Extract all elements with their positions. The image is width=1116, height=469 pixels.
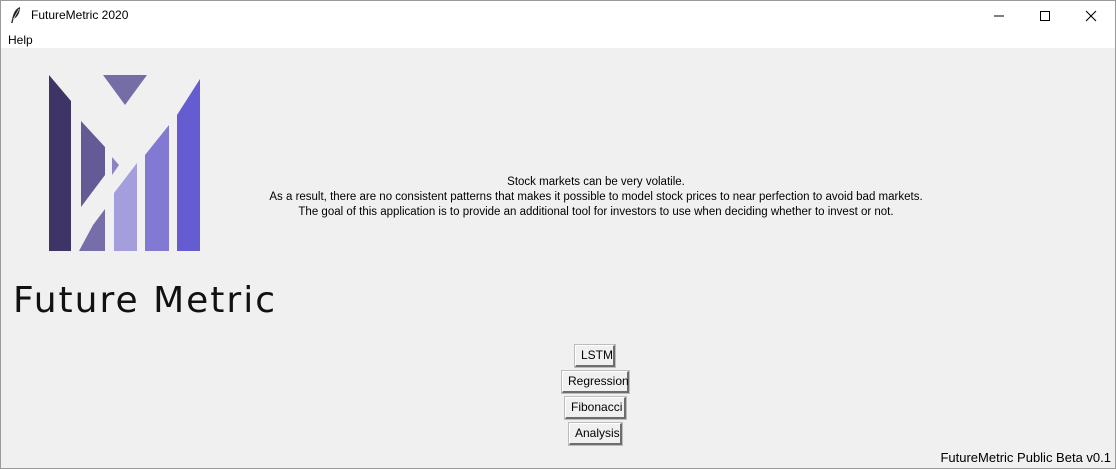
maximize-button[interactable]: [1022, 1, 1068, 30]
title-bar[interactable]: FutureMetric 2020: [1, 1, 1115, 30]
main-content: Future Metric Stock markets can be very …: [1, 48, 1115, 468]
maximize-icon: [1040, 10, 1050, 21]
window-title: FutureMetric 2020: [31, 8, 129, 22]
version-label: FutureMetric Public Beta v0.1: [940, 450, 1111, 465]
message-line: Stock markets can be very volatile.: [507, 176, 685, 188]
futuremetric-logo-icon: [49, 75, 200, 251]
analysis-button[interactable]: Analysis: [568, 422, 623, 446]
intro-message: Stock markets can be very volatile. As a…: [201, 175, 991, 220]
menu-bar: Help: [1, 30, 1115, 48]
close-icon: [1085, 10, 1097, 21]
lstm-button[interactable]: LSTM: [574, 344, 616, 368]
message-line: As a result, there are no consistent pat…: [269, 191, 923, 203]
minimize-button[interactable]: [976, 1, 1022, 30]
fibonacci-button[interactable]: Fibonacci: [564, 396, 627, 420]
feather-icon: [9, 6, 23, 24]
minimize-icon: [994, 15, 1004, 16]
logo-wordmark: Future Metric: [13, 280, 278, 321]
regression-button[interactable]: Regression: [561, 370, 630, 394]
app-window: FutureMetric 2020 Help Future Metric Sto…: [0, 0, 1116, 469]
message-line: The goal of this application is to provi…: [298, 206, 894, 218]
close-button[interactable]: [1068, 1, 1114, 30]
menu-help[interactable]: Help: [8, 33, 33, 47]
